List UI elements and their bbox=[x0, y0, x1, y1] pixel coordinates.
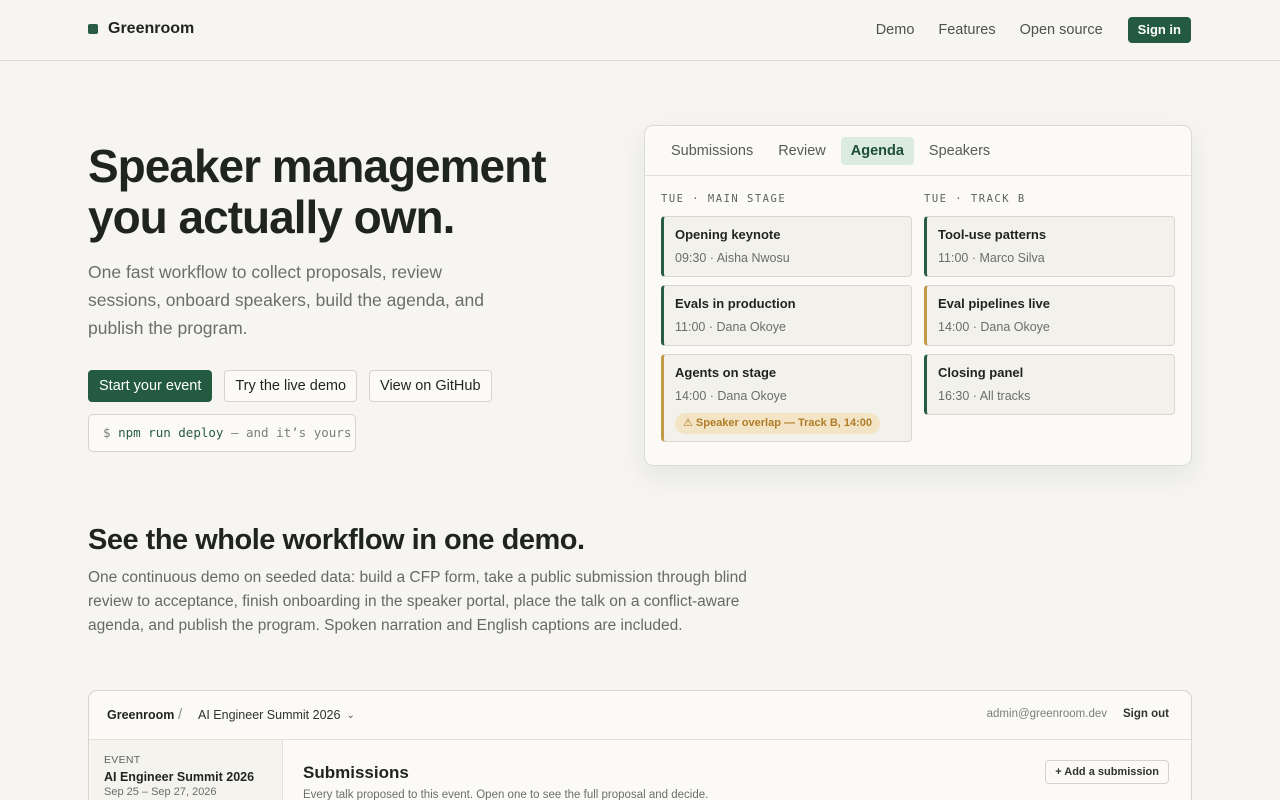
start-event-button[interactable]: Start your event bbox=[88, 370, 213, 402]
page-title: Submissions bbox=[303, 763, 409, 782]
agenda-column-main-stage: TUE · MAIN STAGE Opening keynote 09:30 ·… bbox=[661, 192, 912, 450]
slot-meta: 09:30 · Aisha Nwosu bbox=[675, 251, 790, 265]
agenda-column-track-b: TUE · TRACK B Tool-use patterns 11:00 · … bbox=[924, 192, 1175, 450]
agenda-slot[interactable]: Tool-use patterns 11:00 · Marco Silva bbox=[924, 216, 1175, 277]
agenda-slot[interactable]: Evals in production 11:00 · Dana Okoye bbox=[661, 285, 912, 346]
tab-review[interactable]: Review bbox=[768, 137, 836, 165]
preview-tabs: Submissions Review Agenda Speakers bbox=[645, 126, 1191, 176]
agenda-slot[interactable]: Opening keynote 09:30 · Aisha Nwosu bbox=[661, 216, 912, 277]
breadcrumb-separator: / bbox=[178, 706, 183, 723]
nav-link-open-source[interactable]: Open source bbox=[1020, 17, 1103, 43]
slot-title: Evals in production bbox=[675, 296, 796, 311]
sign-in-button[interactable]: Sign in bbox=[1127, 17, 1191, 43]
sign-out-button[interactable]: Sign out bbox=[1123, 708, 1169, 720]
agenda-slot[interactable]: Closing panel 16:30 · All tracks bbox=[924, 354, 1175, 415]
brand[interactable]: Greenroom bbox=[88, 20, 194, 38]
add-submission-button[interactable]: + Add a submission bbox=[1045, 760, 1169, 784]
nav-link-demo[interactable]: Demo bbox=[876, 17, 915, 43]
column-heading: TUE · MAIN STAGE bbox=[661, 193, 787, 205]
slot-title: Closing panel bbox=[938, 365, 1024, 380]
slot-meta: 11:00 · Marco Silva bbox=[938, 251, 1045, 265]
agenda-preview-card: Submissions Review Agenda Speakers TUE ·… bbox=[644, 125, 1192, 466]
top-navigation-bar: Greenroom Demo Features Open source Sign… bbox=[0, 0, 1280, 61]
slot-title: Tool-use patterns bbox=[938, 227, 1047, 242]
tab-agenda[interactable]: Agenda bbox=[840, 136, 914, 165]
event-selector[interactable]: AI Engineer Summit 2026 ⌄ bbox=[198, 708, 355, 722]
chevron-down-icon: ⌄ bbox=[346, 709, 355, 721]
sidebar-section-label: EVENT bbox=[104, 754, 141, 766]
demo-app-header: Greenroom / AI Engineer Summit 2026 ⌄ ad… bbox=[89, 691, 1191, 740]
live-demo-button[interactable]: Try the live demo bbox=[224, 370, 358, 402]
slot-meta: 16:30 · All tracks bbox=[938, 389, 1031, 403]
slot-title: Eval pipelines live bbox=[938, 296, 1050, 311]
command-suffix: — and it’s yours bbox=[223, 425, 352, 440]
sidebar-event-name[interactable]: AI Engineer Summit 2026 bbox=[104, 770, 254, 784]
sidebar-event-dates: Sep 25 – Sep 27, 2026 bbox=[104, 786, 217, 798]
logo-icon bbox=[88, 24, 98, 34]
demo-brand[interactable]: Greenroom bbox=[107, 708, 174, 722]
slot-title: Opening keynote bbox=[675, 227, 781, 242]
agenda-columns: TUE · MAIN STAGE Opening keynote 09:30 ·… bbox=[661, 192, 1175, 450]
slot-meta: 14:00 · Dana Okoye bbox=[938, 320, 1050, 334]
hero-subtitle: One fast workflow to collect proposals, … bbox=[88, 262, 484, 338]
nav-link-features[interactable]: Features bbox=[938, 17, 995, 43]
cta-buttons: Start your event Try the live demo View … bbox=[88, 370, 492, 402]
workflow-heading: See the whole workflow in one demo. bbox=[88, 524, 585, 556]
tab-speakers[interactable]: Speakers bbox=[919, 137, 1000, 165]
deploy-command: $ npm run deploy — and it’s yours bbox=[88, 414, 356, 452]
hero-title: Speaker management you actually own. bbox=[88, 140, 547, 243]
main-nav: Demo Features Open source Sign in bbox=[852, 17, 1191, 43]
agenda-slot-conflict[interactable]: Agents on stage 14:00 · Dana Okoye ⚠ Spe… bbox=[661, 354, 912, 442]
event-selector-label: AI Engineer Summit 2026 bbox=[198, 708, 341, 722]
demo-app-window: Greenroom / AI Engineer Summit 2026 ⌄ ad… bbox=[88, 690, 1192, 800]
command-prompt: $ bbox=[103, 425, 119, 440]
command-code: npm run deploy bbox=[118, 425, 224, 440]
slot-meta: 14:00 · Dana Okoye bbox=[675, 389, 787, 403]
brand-name: Greenroom bbox=[108, 20, 195, 37]
page-subtitle: Every talk proposed to this event. Open … bbox=[303, 789, 709, 800]
slot-title: Agents on stage bbox=[675, 365, 777, 380]
agenda-slot-conflict[interactable]: Eval pipelines live 14:00 · Dana Okoye bbox=[924, 285, 1175, 346]
user-email: admin@greenroom.dev bbox=[986, 708, 1107, 720]
workflow-description: One continuous demo on seeded data: buil… bbox=[88, 569, 747, 634]
slot-meta: 11:00 · Dana Okoye bbox=[675, 320, 786, 334]
column-heading: TUE · TRACK B bbox=[924, 193, 1026, 205]
demo-sidebar: EVENT AI Engineer Summit 2026 Sep 25 – S… bbox=[89, 740, 283, 800]
github-button[interactable]: View on GitHub bbox=[369, 370, 492, 402]
tab-submissions[interactable]: Submissions bbox=[661, 137, 763, 165]
speaker-overlap-warning-badge: ⚠ Speaker overlap — Track B, 14:00 bbox=[675, 413, 881, 434]
